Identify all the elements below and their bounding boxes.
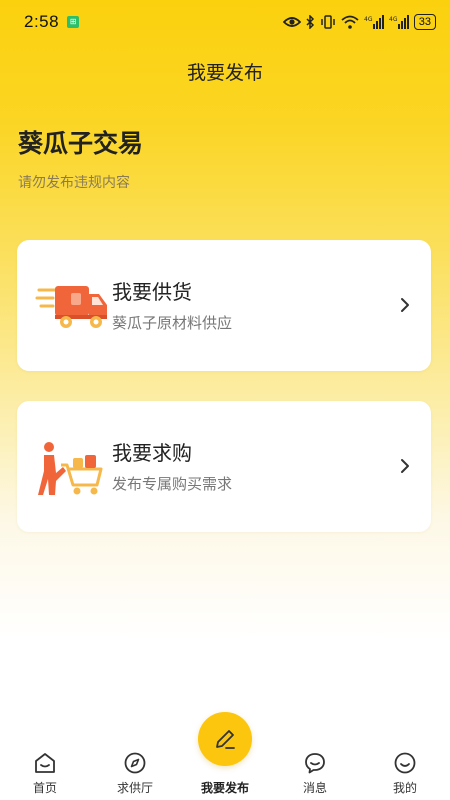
bluetooth-icon <box>306 15 314 29</box>
tab-profile[interactable]: 我的 <box>370 751 440 796</box>
notification-icon: ⊞ <box>67 16 80 28</box>
purchase-card-desc: 发布专属购买需求 <box>112 475 233 493</box>
delivery-truck-icon <box>35 286 107 328</box>
svg-text:4G: 4G <box>389 16 398 23</box>
compass-icon <box>124 752 146 774</box>
eye-icon <box>282 17 301 27</box>
tab-supply-hall-label: 求供厅 <box>116 781 153 795</box>
publish-button[interactable] <box>198 712 252 766</box>
chevron-right-icon <box>401 298 409 312</box>
supply-card[interactable]: 我要供货 葵瓜子原材料供应 <box>17 240 431 371</box>
svg-text:4G: 4G <box>364 16 373 23</box>
pencil-icon <box>216 730 235 749</box>
signal-4g-icon: 4G <box>364 15 384 29</box>
chevron-right-icon <box>401 459 409 473</box>
purchase-card-title: 我要求购 <box>112 441 192 465</box>
tab-profile-label: 我的 <box>392 781 417 795</box>
supply-card-title: 我要供货 <box>112 280 192 304</box>
supply-card-desc: 葵瓜子原材料供应 <box>112 314 233 332</box>
tab-messages-label: 消息 <box>302 781 327 795</box>
status-icons: 4G 4G 33 <box>282 14 436 30</box>
battery-icon: 33 <box>413 14 436 30</box>
profile-icon <box>394 752 416 774</box>
wifi-icon <box>341 15 359 29</box>
tab-home-label: 首页 <box>32 781 57 795</box>
shopping-cart-icon <box>38 442 103 495</box>
tab-publish-label: 我要发布 <box>200 781 249 795</box>
home-icon <box>35 753 55 773</box>
tab-publish[interactable]: 我要发布 <box>190 779 260 796</box>
tab-home[interactable]: 首页 <box>10 751 80 796</box>
tab-messages[interactable]: 消息 <box>280 751 350 796</box>
signal-4g-icon: 4G <box>389 15 409 29</box>
tab-supply-hall[interactable]: 求供厅 <box>100 751 170 796</box>
section-title: 葵瓜子交易 <box>18 129 144 158</box>
section-subtitle: 请勿发布违规内容 <box>18 175 130 191</box>
status-time: 2:58 <box>24 12 60 31</box>
purchase-card[interactable]: 我要求购 发布专属购买需求 <box>17 401 431 532</box>
vibrate-icon <box>321 15 335 29</box>
page-title: 我要发布 <box>186 62 263 84</box>
message-icon <box>305 753 325 774</box>
status-bar: 2:58 ⊞ 4G 4G 33 <box>0 0 450 44</box>
